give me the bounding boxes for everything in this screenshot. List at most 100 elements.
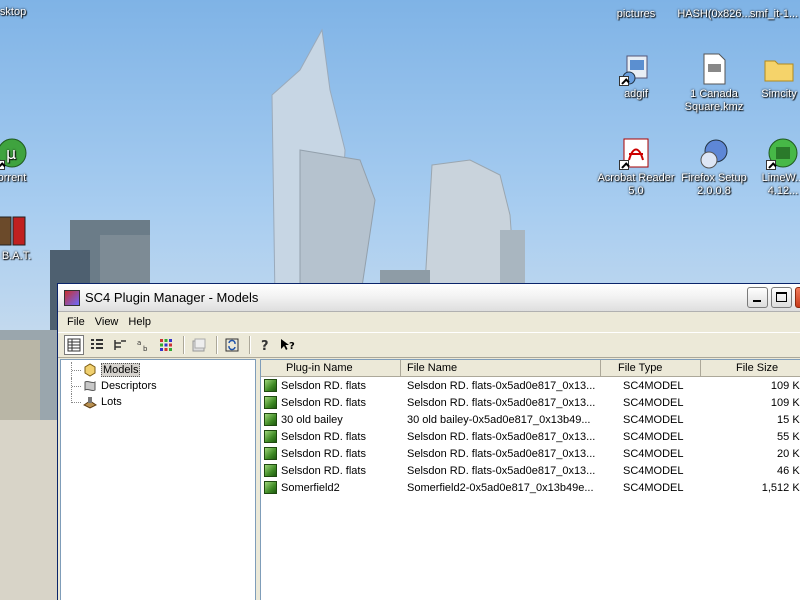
toolbar-separator	[249, 336, 251, 354]
desktop-icon-bat[interactable]: 4 B.A.T.	[0, 214, 52, 263]
cell-file-name: Selsdon RD. flats-0x5ad0e817_0x13...	[407, 379, 596, 392]
small-icons-icon	[91, 339, 103, 349]
kmz-file-icon	[697, 52, 731, 86]
desktop-icon-utorrent[interactable]: µ orrent	[0, 136, 52, 185]
desktop-icon-label: HASH(0x826...	[677, 8, 751, 20]
list-body: Selsdon RD. flats Selsdon RD. flats-0x5ad…	[261, 377, 800, 496]
desktop-icon-simcity[interactable]: Simcity	[744, 52, 800, 101]
close-button[interactable]	[795, 287, 800, 308]
grid-view-button[interactable]	[156, 335, 176, 355]
minimize-button[interactable]	[747, 287, 768, 308]
whats-this-button[interactable]: ?	[278, 335, 298, 355]
desktop-icon-desktop[interactable]: esktop	[0, 6, 50, 19]
desktop-icon-label: pictures	[616, 8, 656, 20]
desktop-icon-firefox-setup[interactable]: Firefox Setup 2.0.0.8	[674, 136, 754, 198]
cell-file-name: Somerfield2-0x5ad0e817_0x13b49e...	[407, 481, 594, 494]
cell-plugin-name: 30 old bailey	[261, 413, 401, 426]
cell-file-size: 20 KB	[777, 447, 800, 460]
desktop-icon-smf[interactable]: smf_it-1...	[744, 8, 800, 21]
installer-icon	[619, 52, 653, 86]
menu-help[interactable]: Help	[123, 316, 156, 328]
tree-item-label: Descriptors	[101, 380, 157, 392]
model-cube-icon	[264, 413, 277, 426]
plugin-name-text: Selsdon RD. flats	[281, 396, 366, 409]
cell-file-name: Selsdon RD. flats-0x5ad0e817_0x13...	[407, 396, 596, 409]
cell-plugin-name: Selsdon RD. flats	[261, 430, 401, 443]
model-cube-icon	[264, 430, 277, 443]
cell-file-type: SC4MODEL	[623, 379, 684, 392]
plugin-list[interactable]: Plug-in Name File Name File Type File Si…	[260, 359, 800, 600]
cell-file-type: SC4MODEL	[623, 396, 684, 409]
menu-view[interactable]: View	[90, 316, 124, 328]
desktop-icon-label: 4 B.A.T.	[0, 250, 32, 262]
desktop-icon-acrobat[interactable]: Acrobat Reader 5.0	[596, 136, 676, 198]
cell-file-size: 109 KB	[770, 379, 800, 392]
whats-this-icon: ?	[281, 339, 295, 352]
column-header-plugin-name[interactable]: Plug-in Name	[261, 360, 401, 376]
desktop-icon-label: adgif	[624, 88, 648, 100]
desktop-icon-hash[interactable]: HASH(0x826...	[674, 8, 754, 21]
toolbar-separator	[183, 336, 185, 354]
plugin-name-text: Selsdon RD. flats	[281, 447, 366, 460]
category-tree[interactable]: Models Descriptors Lots	[60, 359, 256, 600]
cell-plugin-name: Selsdon RD. flats	[261, 447, 401, 460]
plugin-manager-window[interactable]: SC4 Plugin Manager - Models File View He…	[57, 283, 800, 600]
cell-file-name: Selsdon RD. flats-0x5ad0e817_0x13...	[407, 430, 596, 443]
cell-file-type: SC4MODEL	[623, 481, 684, 494]
model-cube-icon	[264, 396, 277, 409]
minimize-icon	[753, 300, 761, 302]
desktop-icon-adgif[interactable]: adgif	[596, 52, 676, 101]
cell-file-size: 1,512 KB	[761, 481, 800, 494]
cell-file-size: 46 KB	[777, 464, 800, 477]
table-row[interactable]: Selsdon RD. flats Selsdon RD. flats-0x5ad…	[261, 394, 800, 411]
cell-file-size: 109 KB	[770, 396, 800, 409]
cell-plugin-name: Somerfield2	[261, 481, 401, 494]
column-header-file-type[interactable]: File Type	[601, 360, 701, 376]
table-row[interactable]: 30 old bailey 30 old bailey-0x5ad0e817_0x…	[261, 411, 800, 428]
utorrent-icon: µ	[0, 136, 29, 170]
folder-icon	[762, 52, 796, 86]
cell-file-type: SC4MODEL	[623, 430, 684, 443]
list-view-button[interactable]	[110, 335, 130, 355]
tree-item-lots[interactable]: Lots	[61, 394, 255, 410]
table-row[interactable]: Selsdon RD. flats Selsdon RD. flats-0x5ad…	[261, 445, 800, 462]
model-cube-icon	[264, 447, 277, 460]
desktop-icon-pictures[interactable]: pictures	[596, 8, 676, 21]
table-row[interactable]: Selsdon RD. flats Selsdon RD. flats-0x5ad…	[261, 428, 800, 445]
svg-text:µ: µ	[6, 144, 16, 163]
toolbar: ab ? ?	[58, 332, 800, 358]
small-icons-button[interactable]	[87, 335, 107, 355]
large-icons-button[interactable]	[64, 335, 84, 355]
help-icon: ?	[261, 339, 269, 352]
plugin-name-text: 30 old bailey	[281, 413, 343, 426]
details-view-button[interactable]: ab	[133, 335, 153, 355]
maximize-button[interactable]	[771, 287, 792, 308]
plugin-name-text: Somerfield2	[281, 481, 340, 494]
list-view-icon	[114, 340, 126, 350]
large-icons-icon	[67, 338, 81, 352]
menu-bar: File View Help	[58, 312, 800, 332]
tree-item-models[interactable]: Models	[61, 362, 255, 378]
properties-button[interactable]	[189, 335, 209, 355]
plugin-name-text: Selsdon RD. flats	[281, 430, 366, 443]
help-button[interactable]: ?	[255, 335, 275, 355]
details-view-icon: ab	[137, 339, 148, 352]
column-header-file-size[interactable]: File Size	[701, 360, 800, 376]
cell-file-type: SC4MODEL	[623, 413, 684, 426]
tree-item-descriptors[interactable]: Descriptors	[61, 378, 255, 394]
title-bar[interactable]: SC4 Plugin Manager - Models	[58, 284, 800, 312]
column-header-file-name[interactable]: File Name	[401, 360, 601, 376]
table-row[interactable]: Somerfield2 Somerfield2-0x5ad0e817_0x13b4…	[261, 479, 800, 496]
table-row[interactable]: Selsdon RD. flats Selsdon RD. flats-0x5ad…	[261, 462, 800, 479]
refresh-button[interactable]	[222, 335, 242, 355]
menu-file[interactable]: File	[62, 316, 90, 328]
tree-item-label: Lots	[101, 396, 122, 408]
table-row[interactable]: Selsdon RD. flats Selsdon RD. flats-0x5ad…	[261, 377, 800, 394]
svg-text:?: ?	[289, 341, 295, 352]
properties-icon	[192, 338, 206, 352]
model-cube-icon	[264, 379, 277, 392]
window-title: SC4 Plugin Manager - Models	[85, 290, 259, 305]
desktop-icon-canada-square[interactable]: 1 Canada Square.kmz	[674, 52, 754, 114]
bat-icon	[0, 214, 29, 248]
desktop-icon-limewire[interactable]: LimeW... 4.12...	[748, 136, 800, 198]
